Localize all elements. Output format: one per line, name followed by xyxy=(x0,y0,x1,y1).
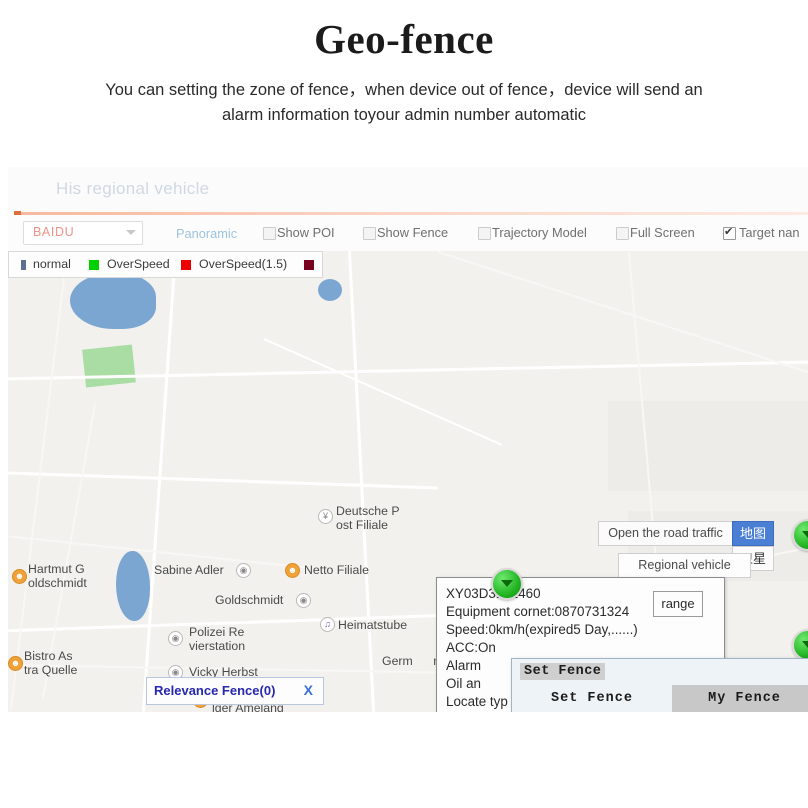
close-icon[interactable]: X xyxy=(304,682,313,698)
checkbox-trajectory-model[interactable] xyxy=(478,227,491,240)
label-trajectory-model: Trajectory Model xyxy=(492,225,587,240)
poi-icon-amber[interactable]: ☻ xyxy=(8,656,23,671)
app-screenshot: His regional vehicle BAIDU Panoramic Sho… xyxy=(0,167,808,712)
map-road xyxy=(263,338,503,446)
info-cornet: Equipment cornet:0870731324 xyxy=(446,604,630,619)
legend-label-overspeed: OverSpeed xyxy=(107,257,170,271)
set-fence-tabs: Set Fence My Fence xyxy=(512,685,808,712)
label-full-screen: Full Screen xyxy=(630,225,695,240)
map-label: Bistro As tra Quelle xyxy=(24,649,78,677)
map-label: Netto Filiale xyxy=(304,563,369,577)
legend-swatch-normal xyxy=(89,260,99,270)
poi-icon-dot[interactable]: ◉ xyxy=(168,631,183,646)
checkbox-show-poi[interactable] xyxy=(263,227,276,240)
legend-swatch-marker xyxy=(21,260,26,270)
legend-label-normal: normal xyxy=(33,257,71,271)
map-label: Polizei Re vierstation xyxy=(189,625,246,653)
poi-icon-amber[interactable]: ☻ xyxy=(12,569,27,584)
app-window: His regional vehicle BAIDU Panoramic Sho… xyxy=(8,167,808,712)
map-park xyxy=(82,344,136,388)
map-green-button-bottom[interactable] xyxy=(792,629,808,661)
map-lake xyxy=(318,279,342,301)
map-canvas[interactable]: normal OverSpeed OverSpeed(1.5) ☻ Hartmu… xyxy=(8,251,808,712)
map-road xyxy=(437,251,808,374)
map-road xyxy=(8,471,438,490)
range-button[interactable]: range xyxy=(653,591,703,617)
label-show-fence: Show Fence xyxy=(377,225,449,240)
regional-vehicle-button[interactable]: Regional vehicle xyxy=(618,553,751,578)
poi-icon-dot[interactable]: ◉ xyxy=(296,593,311,608)
info-alarm: Alarm xyxy=(446,658,481,673)
map-label: Deutsche P ost Filiale xyxy=(336,504,400,532)
info-locate-type: Locate typ xyxy=(446,694,508,709)
checkbox-show-fence[interactable] xyxy=(363,227,376,240)
relevance-fence-box[interactable]: Relevance Fence(0) X xyxy=(146,677,324,705)
map-label: Heimatstube xyxy=(338,618,408,632)
legend-swatch-overspeed xyxy=(181,260,191,270)
map-label: Hartmut G oldschmidt xyxy=(28,562,87,590)
poi-icon-music[interactable]: ♫ xyxy=(320,617,335,632)
map-lake xyxy=(70,273,156,329)
map-lake xyxy=(116,551,150,621)
road-traffic-button[interactable]: Open the road traffic xyxy=(598,521,733,546)
alarm-toggle-green-button[interactable] xyxy=(491,568,523,600)
tab-my-fence[interactable]: My Fence xyxy=(672,685,808,712)
legend-swatch-overspeed-15 xyxy=(304,260,314,270)
map-provider-select[interactable]: BAIDU xyxy=(23,221,143,245)
app-header-bar: His regional vehicle xyxy=(8,167,808,212)
label-show-poi: Show POI xyxy=(277,225,335,240)
set-fence-dialog: Set Fence Set Fence My Fence Name Fence … xyxy=(511,658,808,712)
panoramic-link[interactable]: Panoramic xyxy=(176,226,237,241)
relevance-fence-label: Relevance Fence(0) xyxy=(154,683,276,698)
info-speed: Speed:0km/h(expired5 Day,......) xyxy=(446,622,638,637)
set-fence-dialog-title: Set Fence xyxy=(520,663,606,680)
poi-icon-dot[interactable]: ◉ xyxy=(236,563,251,578)
map-road xyxy=(347,251,376,712)
speed-legend: normal OverSpeed OverSpeed(1.5) xyxy=(8,251,323,278)
info-oil: Oil an xyxy=(446,676,481,691)
tab-set-fence[interactable]: Set Fence xyxy=(512,685,672,712)
map-toolbar: BAIDU Panoramic Show POI Show Fence Traj… xyxy=(8,215,808,251)
checkbox-target-name[interactable] xyxy=(723,225,736,240)
map-provider-label: BAIDU xyxy=(33,225,75,239)
legend-label-overspeed-15: OverSpeed(1.5) xyxy=(199,257,288,271)
map-type-map-button[interactable]: 地图 xyxy=(732,521,775,546)
page-header: Geo-fence You can setting the zone of fe… xyxy=(0,0,808,128)
label-target-name: Target nan xyxy=(739,225,800,240)
subtitle-line-1: You can setting the zone of fence，when d… xyxy=(105,81,640,99)
poi-icon-amber[interactable]: ☻ xyxy=(285,563,300,578)
poi-icon-bank[interactable]: ¥ xyxy=(318,509,333,524)
chevron-down-icon xyxy=(126,230,136,235)
app-window-title: His regional vehicle xyxy=(56,179,210,198)
checkbox-full-screen[interactable] xyxy=(616,227,629,240)
page-subtitle: You can setting the zone of fence，when d… xyxy=(104,78,704,128)
info-acc: ACC:On xyxy=(446,640,496,655)
map-label: Sabine Adler xyxy=(154,563,224,577)
map-block xyxy=(608,401,808,491)
map-label: Goldschmidt xyxy=(215,593,284,607)
map-road xyxy=(9,252,69,711)
page-title: Geo-fence xyxy=(314,16,494,62)
